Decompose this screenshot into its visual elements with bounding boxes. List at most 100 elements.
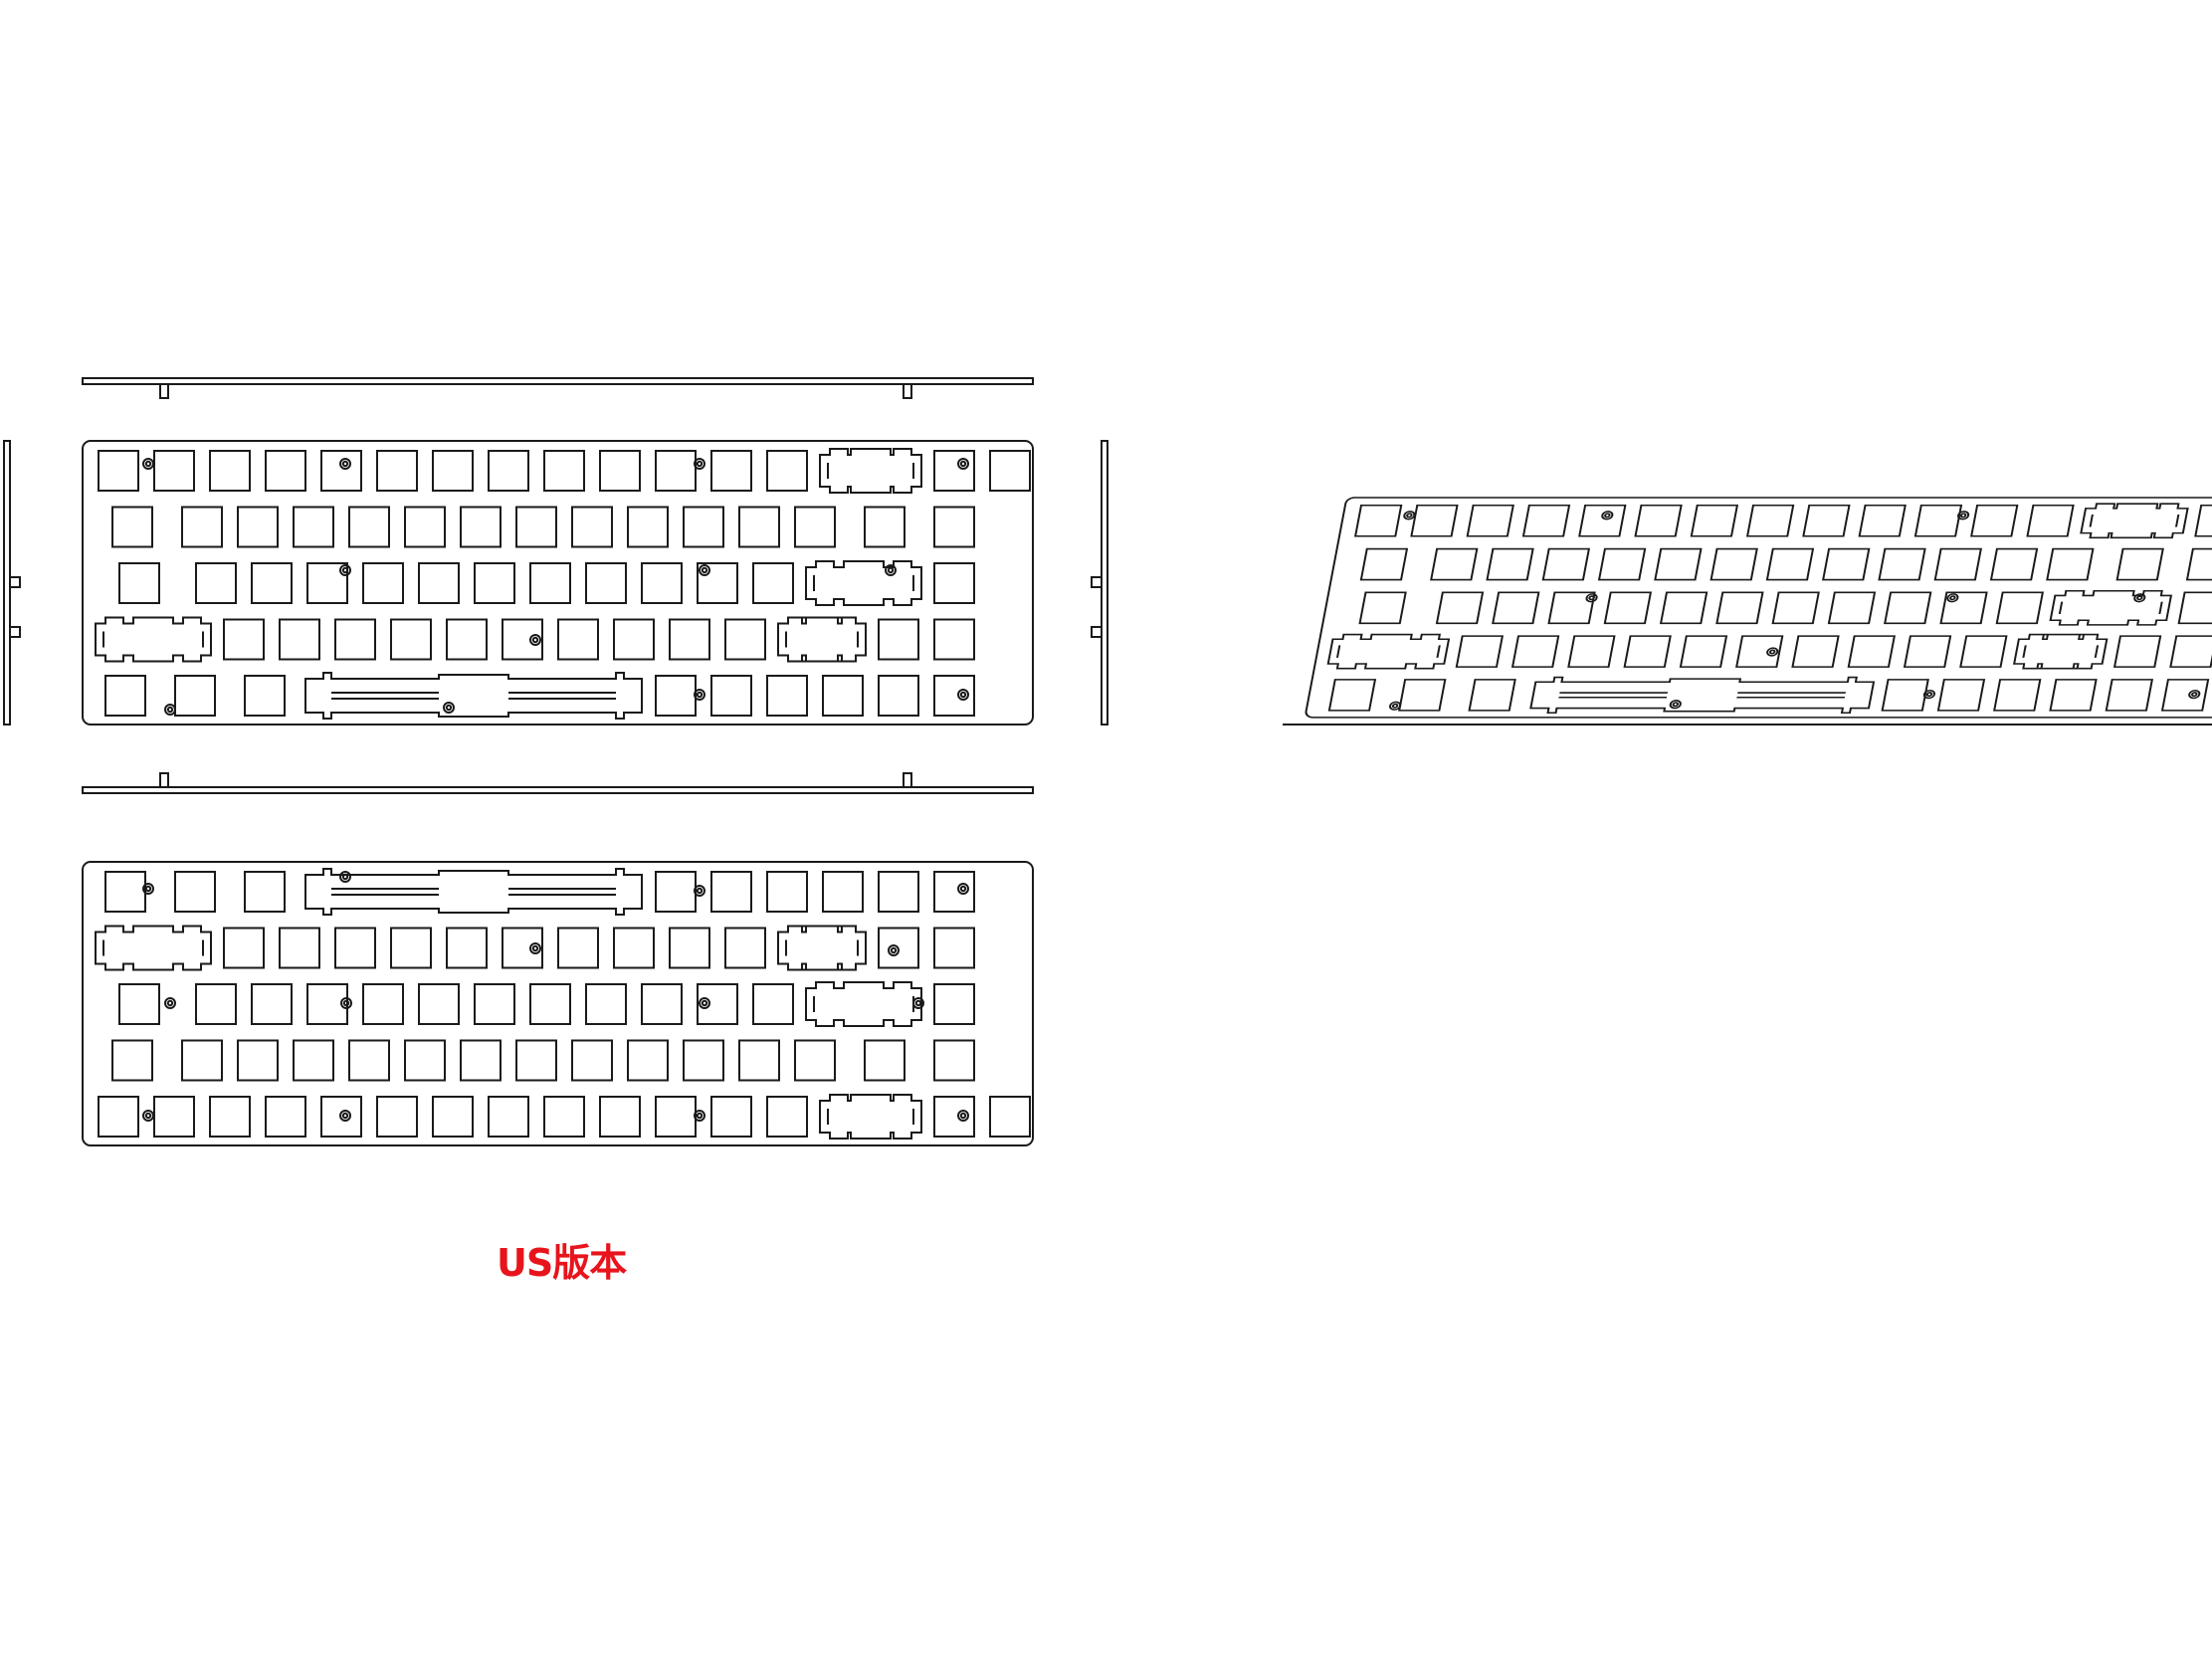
switch-cutout bbox=[502, 618, 543, 661]
switch-cutout bbox=[641, 983, 683, 1025]
switch-cutout bbox=[1634, 504, 1683, 537]
mounting-hole bbox=[2188, 689, 2201, 700]
switch-cutout bbox=[1468, 679, 1516, 712]
mounting-hole bbox=[142, 458, 154, 470]
mounting-hole-inner bbox=[890, 946, 898, 954]
switch-cutout bbox=[432, 1096, 474, 1138]
switch-cutout bbox=[293, 1039, 334, 1082]
switch-cutout bbox=[390, 618, 432, 661]
switch-cutout bbox=[1959, 635, 2008, 668]
mounting-hole bbox=[699, 564, 710, 576]
switch-cutout bbox=[334, 927, 376, 969]
switch-cutout bbox=[404, 506, 446, 548]
switch-cutout bbox=[794, 506, 836, 548]
switch-cutout bbox=[613, 618, 655, 661]
switch-cutout bbox=[878, 871, 919, 913]
plate-edge bbox=[82, 377, 1034, 385]
switch-cutout bbox=[104, 871, 146, 913]
switch-cutout bbox=[1435, 591, 1485, 625]
switch-cutout bbox=[822, 871, 864, 913]
switch-cutout bbox=[933, 1039, 975, 1082]
switch-cutout bbox=[244, 871, 286, 913]
switch-cutout bbox=[766, 1096, 808, 1138]
mounting-hole bbox=[1766, 647, 1779, 657]
switch-cutout bbox=[794, 1039, 836, 1082]
mounting-hole bbox=[1388, 701, 1402, 711]
mounting-hole-inner bbox=[166, 999, 174, 1007]
switch-cutout bbox=[1847, 635, 1896, 668]
mounting-hole-inner bbox=[959, 460, 967, 468]
switch-cutout bbox=[1822, 547, 1871, 581]
stabilizer-cutout bbox=[2013, 633, 2109, 670]
isometric-plate bbox=[1305, 497, 2212, 719]
plate-outline bbox=[1305, 497, 2212, 719]
plate-side-view-bottom bbox=[82, 772, 1034, 794]
switch-cutout bbox=[2185, 547, 2212, 581]
mounting-hole-inner bbox=[914, 999, 922, 1007]
switch-cutout bbox=[766, 871, 808, 913]
switch-cutout bbox=[585, 983, 627, 1025]
switch-cutout bbox=[432, 450, 474, 492]
switch-cutout bbox=[669, 618, 710, 661]
switch-cutout bbox=[376, 450, 418, 492]
switch-cutout bbox=[1597, 547, 1647, 581]
switch-cutout bbox=[641, 562, 683, 604]
switch-cutout bbox=[710, 1096, 752, 1138]
mounting-hole bbox=[339, 1110, 351, 1122]
switch-cutout bbox=[529, 562, 571, 604]
standoff bbox=[9, 626, 21, 638]
spacebar-stabilizer-cutout bbox=[1529, 676, 1876, 714]
mounting-hole bbox=[164, 704, 176, 716]
switch-cutout bbox=[878, 618, 919, 661]
switch-cutout bbox=[209, 450, 251, 492]
switch-cutout bbox=[1881, 679, 1929, 712]
switch-cutout bbox=[153, 450, 195, 492]
plate-front-view bbox=[82, 440, 1034, 726]
switch-cutout bbox=[557, 618, 599, 661]
switch-cutout bbox=[738, 506, 780, 548]
switch-cutout bbox=[2160, 679, 2210, 712]
switch-cutout bbox=[724, 618, 766, 661]
switch-cutout bbox=[474, 983, 515, 1025]
version-caption: US版本 bbox=[497, 1241, 627, 1285]
switch-cutout bbox=[1659, 591, 1709, 625]
switch-cutout bbox=[334, 618, 376, 661]
stabilizer-cutout bbox=[777, 925, 867, 971]
switch-cutout bbox=[1970, 504, 2019, 537]
switch-cutout bbox=[557, 927, 599, 969]
switch-cutout bbox=[111, 1039, 153, 1082]
switch-cutout bbox=[1492, 591, 1540, 625]
switch-cutout bbox=[766, 675, 808, 717]
switch-cutout bbox=[571, 506, 613, 548]
mounting-hole-inner bbox=[166, 706, 174, 714]
switch-cutout bbox=[251, 983, 293, 1025]
switch-cutout bbox=[174, 871, 216, 913]
stabilizer-cutout bbox=[805, 560, 922, 606]
mounting-hole-inner bbox=[1768, 649, 1776, 655]
mounting-hole-inner bbox=[1959, 513, 1967, 518]
switch-cutout bbox=[320, 450, 362, 492]
switch-cutout bbox=[98, 450, 139, 492]
switch-cutout bbox=[223, 927, 265, 969]
stabilizer-cutout bbox=[2049, 589, 2173, 626]
switch-cutout bbox=[655, 1096, 697, 1138]
switch-cutout bbox=[2194, 504, 2212, 537]
switch-cutout bbox=[1327, 679, 1377, 712]
switch-cutout bbox=[1903, 635, 1952, 668]
switch-cutout bbox=[1510, 635, 1560, 668]
switch-cutout bbox=[1858, 504, 1907, 537]
switch-cutout bbox=[1410, 504, 1459, 537]
switch-cutout bbox=[1802, 504, 1851, 537]
mounting-hole bbox=[1669, 700, 1682, 710]
stabilizer-cutout bbox=[95, 925, 212, 971]
switch-cutout bbox=[1827, 591, 1877, 625]
mounting-hole bbox=[443, 702, 455, 714]
switch-cutout bbox=[237, 506, 279, 548]
switch-cutout bbox=[1709, 547, 1758, 581]
stabilizer-cutout bbox=[819, 448, 922, 494]
switch-cutout bbox=[265, 450, 306, 492]
switch-cutout bbox=[710, 675, 752, 717]
mounting-hole bbox=[1957, 511, 1970, 520]
switch-cutout bbox=[1466, 504, 1514, 537]
mounting-hole-inner bbox=[445, 704, 453, 712]
